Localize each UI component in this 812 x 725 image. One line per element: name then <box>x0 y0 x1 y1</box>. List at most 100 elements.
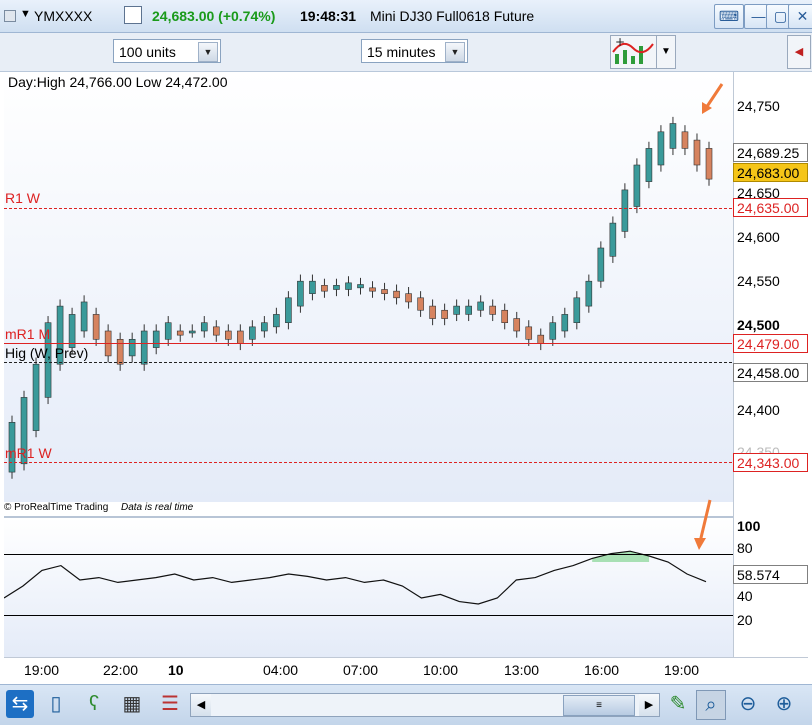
time-tick: 10:00 <box>423 662 459 678</box>
candle-body <box>164 322 172 340</box>
candle-body <box>237 330 244 344</box>
candle-body <box>549 322 557 340</box>
candle-body <box>633 164 641 207</box>
realtime-text: Data is real time <box>121 502 194 513</box>
price-tick: 24,600 <box>737 229 780 245</box>
zoom-in-icon[interactable]: ⊕ <box>770 690 798 718</box>
scrollbar[interactable]: ◀ ≡ ▶ <box>190 693 660 717</box>
hig-line <box>4 362 732 363</box>
tile-window-icon[interactable] <box>124 6 142 24</box>
candle-body <box>200 322 208 332</box>
indicator-tick: 80 <box>737 540 753 556</box>
candle-body <box>273 314 280 328</box>
bottom-toolbar: ⇆ ▯ ʕ ▦ ☰ ◀ ≡ ▶ ✎ ⌕ ⊖ ⊕ <box>0 684 812 725</box>
indicator-tick: 100 <box>737 518 761 534</box>
candle-body <box>92 314 100 340</box>
mr1w-price-tag: 24,343.00 <box>733 453 808 472</box>
symbol-label[interactable]: YMXXXX <box>34 8 92 24</box>
candle-body <box>321 285 328 292</box>
candle-body <box>297 280 304 307</box>
candle-body <box>465 305 472 315</box>
share-icon[interactable]: ⇆ <box>6 690 34 718</box>
hig-price-tag: 24,458.00 <box>733 363 808 382</box>
indicators-button[interactable]: + <box>610 35 658 69</box>
candle-body <box>32 363 40 431</box>
interval-select[interactable]: 15 minutes ▼ <box>361 39 468 63</box>
chevron-down-icon[interactable]: ▼ <box>445 42 465 62</box>
chart-grid-icon[interactable]: ▦ <box>118 690 146 718</box>
candle-body <box>705 148 713 180</box>
candle-body <box>477 301 484 311</box>
candle-body <box>621 189 629 232</box>
candle-body <box>405 293 412 303</box>
candle-body <box>369 287 376 292</box>
status-square-icon <box>4 10 16 22</box>
candle-body <box>429 305 436 319</box>
mr1m-line <box>4 343 732 344</box>
time-tick: 10 <box>168 662 184 678</box>
price-tick: 24,550 <box>737 273 780 289</box>
time-tick: 04:00 <box>263 662 299 678</box>
candle-body <box>645 148 653 182</box>
candle-body <box>381 289 388 294</box>
candle-body <box>501 309 509 323</box>
mr1w-line <box>4 462 732 463</box>
candle-body <box>345 282 352 290</box>
panel-toggle-button[interactable]: ◀ <box>787 35 811 69</box>
candle-body <box>249 326 256 340</box>
candle-body <box>513 318 521 332</box>
indicator-value-tag: 58.574 <box>733 565 808 584</box>
annotation-arrow-price <box>702 83 724 114</box>
candle-body <box>657 131 665 166</box>
r1w-line <box>4 208 732 209</box>
credit-text: © ProRealTime Trading <box>4 502 109 513</box>
panel-separator[interactable] <box>4 516 733 518</box>
time-axis[interactable]: 19:00 22:00 10 04:00 07:00 10:00 13:00 1… <box>4 657 808 684</box>
candle-body <box>489 305 496 315</box>
candle-body <box>225 330 232 340</box>
scrollbar-thumb[interactable]: ≡ <box>563 695 635 716</box>
candle-body <box>417 297 424 311</box>
zoom-select-icon[interactable]: ⌕ <box>696 690 726 720</box>
chart-panel[interactable]: Day:High 24,766.00 Low 24,472.00 © ProRe… <box>4 72 808 657</box>
candle-body <box>212 326 220 336</box>
instrument-label: Mini DJ30 Full0618 Future <box>370 8 535 24</box>
candle-body <box>357 284 364 289</box>
chart-toolbar: 100 units ▼ 15 minutes ▼ + ▼ ◀ <box>0 33 812 72</box>
indicators-dropdown-button[interactable]: ▼ <box>656 35 676 69</box>
time-tick: 16:00 <box>584 662 620 678</box>
time-tick: 19:00 <box>24 662 60 678</box>
candle-body <box>261 322 268 332</box>
units-select[interactable]: 100 units ▼ <box>113 39 221 63</box>
day-info: Day:High 24,766.00 Low 24,472.00 <box>8 74 228 90</box>
symbol-dropdown-caret-icon[interactable]: ▼ <box>20 8 31 20</box>
price-tick: 24,750 <box>737 98 780 114</box>
chevron-down-icon[interactable]: ▼ <box>198 42 218 62</box>
drawing-tools-icon[interactable]: ʕ <box>80 690 108 718</box>
scroll-left-icon[interactable]: ◀ <box>191 694 211 716</box>
high-price-tag: 24,689.25 <box>733 143 808 162</box>
mr1m-label: mR1 M <box>5 326 51 342</box>
indicator-tick: 40 <box>737 588 753 604</box>
mr1w-label: mR1 W <box>5 445 52 461</box>
price-chart[interactable] <box>4 72 733 657</box>
candle-body <box>188 330 196 334</box>
candle-body <box>176 330 184 336</box>
scroll-right-icon[interactable]: ▶ <box>639 694 659 716</box>
candle-body <box>669 123 677 149</box>
price-tick: 24,500 <box>737 317 780 333</box>
candle-body <box>80 301 88 332</box>
candle-body <box>525 326 533 340</box>
keyboard-icon[interactable]: ⌨ <box>714 4 744 29</box>
zoom-out-icon[interactable]: ⊖ <box>734 690 762 718</box>
indicator-list-icon[interactable]: ☰ <box>156 690 184 718</box>
drawing-icon[interactable]: ✎ <box>664 690 692 718</box>
candle-body <box>573 297 581 324</box>
phone-icon[interactable]: ▯ <box>42 690 70 718</box>
title-bar: ▼ YMXXXX 24,683.00 (+0.74%) 19:48:31 Min… <box>0 0 812 33</box>
units-value: 100 units <box>119 44 176 60</box>
candle-body <box>128 338 136 357</box>
last-price-tag: 24,683.00 <box>733 163 808 182</box>
candle-body <box>693 139 701 166</box>
close-icon[interactable]: ✕ <box>788 4 812 29</box>
